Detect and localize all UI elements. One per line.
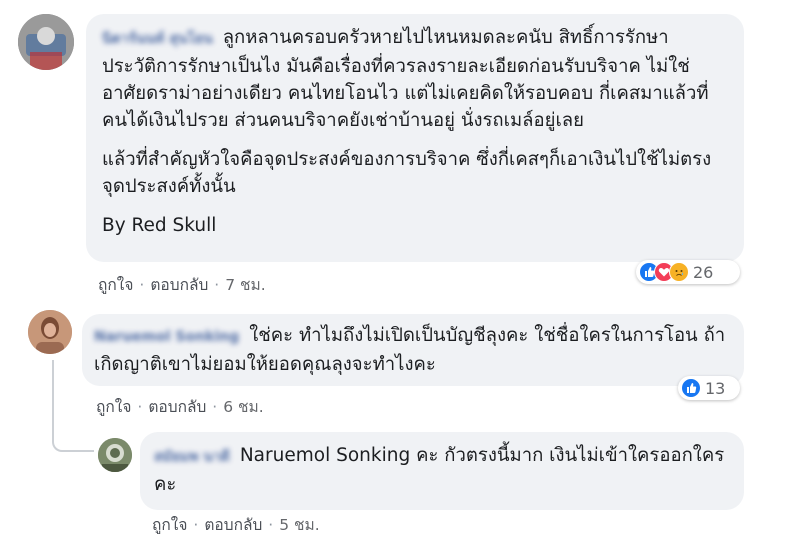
separator: · — [212, 398, 218, 416]
like-button[interactable]: ถูกใจ — [96, 394, 131, 419]
comment-paragraph: Naruemol Sonking คะ กัวตรงนี้มาก เงินไม่… — [154, 445, 725, 495]
reaction-count: 13 — [705, 378, 726, 398]
reply-button[interactable]: ตอบกลับ — [148, 394, 206, 419]
separator: · — [139, 276, 145, 294]
avatar[interactable] — [98, 438, 132, 472]
comment-body: Naruemol Sonking ใช่คะ ทำไมถึงไม่เปิดเป็น… — [94, 322, 730, 378]
comment-actions: ถูกใจ · ตอบกลับ · 6 ชม. — [96, 394, 264, 419]
like-icon — [681, 378, 701, 398]
comment-signature: By Red Skull — [102, 215, 217, 236]
avatar[interactable] — [18, 14, 74, 70]
like-button[interactable]: ถูกใจ — [98, 272, 133, 297]
comment-thread: นิตาร์นนท์ สุนโยน ลูกหลานครอบครัวหายไปไหน… — [0, 0, 800, 546]
comment-paragraph: แล้วที่สำคัญหัวใจคือจุดประสงค์ของการบริจ… — [102, 149, 712, 197]
reaction-summary[interactable]: 13 — [678, 376, 740, 400]
separator: · — [214, 276, 220, 294]
comment-author[interactable]: Naruemol Sonking — [94, 324, 239, 351]
comment-timestamp[interactable]: 5 ชม. — [279, 512, 319, 537]
comment-timestamp[interactable]: 6 ชม. — [223, 394, 263, 419]
comment-timestamp[interactable]: 7 ชม. — [225, 272, 265, 297]
comment-actions: ถูกใจ · ตอบกลับ · 5 ชม. — [152, 512, 320, 537]
comment-bubble: สมัยมพ นาดี Naruemol Sonking คะ กัวตรงนี้… — [140, 432, 744, 510]
avatar-photo-icon — [98, 438, 132, 472]
comment-body: นิตาร์นนท์ สุนโยน ลูกหลานครอบครัวหายไปไหน… — [102, 24, 730, 239]
avatar-photo-icon — [18, 14, 74, 70]
sad-icon — [669, 262, 689, 282]
comment-actions: ถูกใจ · ตอบกลับ · 7 ชม. — [98, 272, 266, 297]
reaction-count: 26 — [693, 262, 714, 282]
comment-2: Naruemol Sonking ใช่คะ ทำไมถึงไม่เปิดเป็น… — [0, 300, 800, 420]
reaction-summary[interactable]: 26 — [636, 260, 740, 284]
comment-author[interactable]: สมัยมพ นาดี — [154, 444, 230, 471]
comment-1: นิตาร์นนท์ สุนโยน ลูกหลานครอบครัวหายไปไหน… — [0, 0, 800, 300]
comment-body: สมัยมพ นาดี Naruemol Sonking คะ กัวตรงนี้… — [154, 442, 730, 498]
separator: · — [268, 516, 274, 534]
separator: · — [137, 398, 143, 416]
avatar[interactable] — [28, 310, 72, 354]
comment-author[interactable]: นิตาร์นนท์ สุนโยน — [102, 26, 213, 53]
comment-bubble: นิตาร์นนท์ สุนโยน ลูกหลานครอบครัวหายไปไหน… — [86, 14, 744, 262]
comment-bubble: Naruemol Sonking ใช่คะ ทำไมถึงไม่เปิดเป็น… — [82, 314, 744, 386]
avatar-photo-icon — [28, 310, 72, 354]
like-button[interactable]: ถูกใจ — [152, 512, 187, 537]
reply-button[interactable]: ตอบกลับ — [204, 512, 262, 537]
reply-button[interactable]: ตอบกลับ — [150, 272, 208, 297]
separator: · — [193, 516, 199, 534]
reply-1: สมัยมพ นาดี Naruemol Sonking คะ กัวตรงนี้… — [0, 424, 800, 546]
